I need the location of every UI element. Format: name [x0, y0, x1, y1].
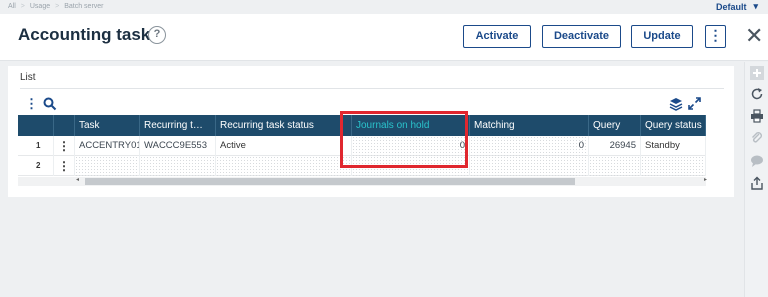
header-row-number	[18, 115, 54, 136]
export-icon[interactable]	[750, 176, 764, 190]
caret-down-icon: ▾	[753, 1, 758, 11]
cell-recurring-task[interactable]: WACCC9E553	[140, 136, 216, 156]
cell-task[interactable]	[75, 156, 140, 176]
column-header-recurring-task[interactable]: Recurring t…	[140, 115, 216, 136]
breadcrumb-item-batch-server[interactable]: Batch server	[64, 3, 103, 10]
workspace-label: Default	[715, 1, 747, 12]
cell-query-status[interactable]: Standby	[641, 136, 706, 156]
activate-button[interactable]: Activate	[463, 25, 531, 48]
cell-matching[interactable]: 0	[470, 136, 589, 156]
row-number: 2	[18, 156, 54, 176]
breadcrumb-item-usage[interactable]: Usage	[30, 3, 50, 10]
scrollbar-thumb[interactable]	[85, 178, 575, 185]
expand-icon[interactable]	[688, 97, 701, 110]
annotation-highlight-box	[340, 111, 468, 168]
page-header: Accounting task ? Activate Deactivate Up…	[0, 14, 768, 61]
layers-icon[interactable]	[669, 97, 683, 111]
column-header-matching[interactable]: Matching	[470, 115, 589, 136]
column-header-task[interactable]: Task	[75, 115, 140, 136]
chevron-right-icon: >	[20, 3, 25, 10]
scroll-right-icon[interactable]: ▸	[704, 176, 707, 183]
row-menu-icon[interactable]: ⋮	[54, 156, 75, 176]
list-menu-icon[interactable]: ⋮	[25, 97, 38, 110]
page-title: Accounting task	[18, 25, 151, 44]
cell-recurring-task-status[interactable]	[216, 156, 352, 176]
cell-recurring-task-status[interactable]: Active	[216, 136, 352, 156]
search-icon[interactable]	[43, 97, 57, 111]
more-actions-button[interactable]: ⋮	[705, 25, 726, 48]
right-sidebar	[744, 62, 768, 297]
cell-recurring-task[interactable]	[140, 156, 216, 176]
row-menu-icon[interactable]: ⋮	[54, 136, 75, 156]
column-header-recurring-task-status[interactable]: Recurring task status	[216, 115, 352, 136]
plus-icon[interactable]	[750, 66, 764, 80]
top-bar: All > Usage > Batch server Default ▾	[0, 0, 768, 14]
column-header-query[interactable]: Query	[589, 115, 641, 136]
chevron-right-icon: >	[55, 3, 60, 10]
vertical-dots-icon: ⋮	[708, 27, 723, 43]
breadcrumb-item-all[interactable]: All	[8, 3, 16, 10]
cell-task[interactable]: ACCENTRY01	[75, 136, 140, 156]
list-title: List	[20, 72, 36, 83]
scroll-left-icon[interactable]: ◂	[76, 176, 79, 183]
update-button[interactable]: Update	[631, 25, 693, 48]
refresh-icon[interactable]	[750, 87, 764, 101]
deactivate-button[interactable]: Deactivate	[542, 25, 621, 48]
help-icon[interactable]: ?	[148, 26, 166, 44]
cell-query[interactable]	[589, 156, 641, 176]
workspace-selector[interactable]: Default ▾	[716, 1, 758, 12]
breadcrumb: All > Usage > Batch server	[8, 3, 104, 10]
divider	[20, 88, 724, 89]
horizontal-scrollbar[interactable]: ◂ ▸	[18, 176, 707, 186]
comment-icon[interactable]	[750, 154, 764, 168]
print-icon[interactable]	[750, 109, 764, 123]
column-header-query-status[interactable]: Query status	[641, 115, 706, 136]
cell-query[interactable]: 26945	[589, 136, 641, 156]
cell-matching[interactable]	[470, 156, 589, 176]
close-icon[interactable]: ✕	[745, 23, 763, 49]
row-number: 1	[18, 136, 54, 156]
attachment-icon[interactable]	[750, 131, 764, 145]
cell-query-status[interactable]	[641, 156, 706, 176]
header-row-menu	[54, 115, 75, 136]
